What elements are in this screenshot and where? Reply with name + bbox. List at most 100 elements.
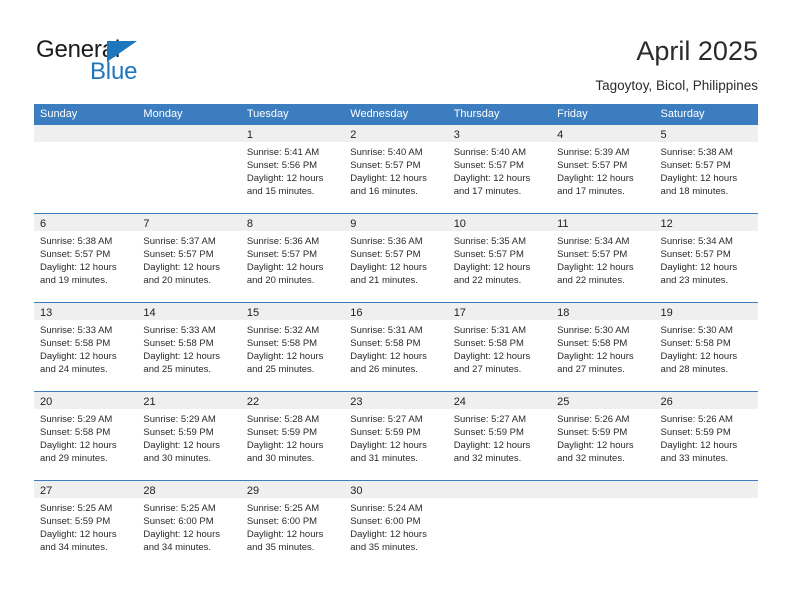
calendar-day-cell[interactable]: 12 Sunrise: 5:34 AM Sunset: 5:57 PM Dayligh…	[654, 214, 758, 302]
day-number: 25	[557, 396, 570, 408]
daylight-duration-line2: and 25 minutes.	[246, 364, 315, 375]
day-number-band	[654, 481, 758, 498]
calendar-day-cell[interactable]: 23 Sunrise: 5:27 AM Sunset: 5:59 PM Dayligh…	[344, 392, 448, 480]
daylight-duration-line2: and 34 minutes.	[143, 542, 212, 553]
day-number: 10	[453, 218, 466, 230]
calendar-day-cell[interactable]: 13 Sunrise: 5:33 AM Sunset: 5:58 PM Dayligh…	[34, 303, 138, 391]
daylight-duration-line1: Daylight: 12 hours	[350, 351, 427, 362]
sunset-time: Sunset: 5:59 PM	[453, 427, 524, 438]
day-number-band: 1	[240, 125, 345, 142]
daylight-duration-line1: Daylight: 12 hours	[143, 262, 220, 273]
daylight-duration-line1: Daylight: 12 hours	[40, 262, 117, 273]
sunrise-time: Sunrise: 5:34 AM	[660, 236, 733, 247]
day-details: Sunrise: 5:41 AM Sunset: 5:56 PM Daylight:…	[241, 142, 344, 198]
calendar-day-cell[interactable]: 29 Sunrise: 5:25 AM Sunset: 6:00 PM Dayligh…	[240, 481, 345, 569]
sunset-time: Sunset: 5:57 PM	[453, 249, 524, 260]
day-number: 5	[660, 129, 667, 141]
calendar-day-cell-empty	[551, 481, 655, 569]
calendar-week-row: 20 Sunrise: 5:29 AM Sunset: 5:58 PM Dayligh…	[34, 391, 758, 480]
calendar-day-cell[interactable]: 3 Sunrise: 5:40 AM Sunset: 5:57 PM Daylight…	[447, 125, 552, 213]
calendar-day-cell[interactable]: 10 Sunrise: 5:35 AM Sunset: 5:57 PM Dayligh…	[447, 214, 552, 302]
daylight-duration-line1: Daylight: 12 hours	[246, 351, 324, 362]
calendar-day-cell[interactable]: 25 Sunrise: 5:26 AM Sunset: 5:59 PM Dayligh…	[551, 392, 655, 480]
daylight-duration-line2: and 27 minutes.	[557, 364, 625, 375]
weekday-header-sunday: Sunday	[40, 108, 78, 120]
day-number-band: 19	[654, 303, 758, 320]
sunset-time: Sunset: 5:57 PM	[557, 249, 628, 260]
sunrise-time: Sunrise: 5:40 AM	[453, 147, 527, 158]
weekday-header-tuesday: Tuesday	[246, 108, 289, 120]
sunrise-time: Sunrise: 5:38 AM	[660, 147, 733, 158]
calendar-day-cell-empty	[447, 481, 552, 569]
calendar-day-cell[interactable]: 14 Sunrise: 5:33 AM Sunset: 5:58 PM Dayligh…	[137, 303, 241, 391]
calendar-week-cells: 6 Sunrise: 5:38 AM Sunset: 5:57 PM Daylight…	[34, 214, 758, 302]
sunrise-time: Sunrise: 5:24 AM	[350, 503, 423, 514]
calendar-day-cell-empty	[654, 481, 758, 569]
calendar-day-cell[interactable]: 15 Sunrise: 5:32 AM Sunset: 5:58 PM Dayligh…	[240, 303, 345, 391]
calendar-day-cell[interactable]: 20 Sunrise: 5:29 AM Sunset: 5:58 PM Dayligh…	[34, 392, 138, 480]
calendar-day-cell[interactable]: 17 Sunrise: 5:31 AM Sunset: 5:58 PM Dayligh…	[447, 303, 552, 391]
calendar-day-cell[interactable]: 11 Sunrise: 5:34 AM Sunset: 5:57 PM Dayligh…	[551, 214, 655, 302]
sunset-time: Sunset: 5:57 PM	[350, 160, 421, 171]
day-number-band: 30	[344, 481, 448, 498]
day-number: 7	[143, 218, 150, 230]
sunset-time: Sunset: 5:58 PM	[246, 338, 318, 349]
day-number: 8	[246, 218, 253, 230]
calendar-day-cell[interactable]: 22 Sunrise: 5:28 AM Sunset: 5:59 PM Dayligh…	[240, 392, 345, 480]
daylight-duration-line2: and 35 minutes.	[350, 542, 418, 553]
calendar-day-cell[interactable]: 6 Sunrise: 5:38 AM Sunset: 5:57 PM Daylight…	[34, 214, 138, 302]
daylight-duration-line1: Daylight: 12 hours	[40, 351, 117, 362]
calendar-day-cell[interactable]: 2 Sunrise: 5:40 AM Sunset: 5:57 PM Daylight…	[344, 125, 448, 213]
calendar-day-cell[interactable]: 9 Sunrise: 5:36 AM Sunset: 5:57 PM Daylight…	[344, 214, 448, 302]
day-details: Sunrise: 5:36 AM Sunset: 5:57 PM Daylight:…	[241, 231, 344, 287]
sunrise-time: Sunrise: 5:25 AM	[40, 503, 113, 514]
daylight-duration-line2: and 21 minutes.	[350, 275, 418, 286]
calendar-day-cell[interactable]: 21 Sunrise: 5:29 AM Sunset: 5:59 PM Dayligh…	[137, 392, 241, 480]
day-number-band: 11	[551, 214, 655, 231]
daylight-duration-line2: and 18 minutes.	[660, 186, 729, 197]
calendar-day-cell[interactable]: 27 Sunrise: 5:25 AM Sunset: 5:59 PM Dayligh…	[34, 481, 138, 569]
calendar-day-cell[interactable]: 30 Sunrise: 5:24 AM Sunset: 6:00 PM Dayligh…	[344, 481, 448, 569]
calendar-day-cell[interactable]: 8 Sunrise: 5:36 AM Sunset: 5:57 PM Daylight…	[240, 214, 345, 302]
day-number: 16	[350, 307, 363, 319]
sunset-time: Sunset: 5:58 PM	[660, 338, 731, 349]
calendar-day-cell[interactable]: 18 Sunrise: 5:30 AM Sunset: 5:58 PM Dayligh…	[551, 303, 655, 391]
calendar-day-cell[interactable]: 24 Sunrise: 5:27 AM Sunset: 5:59 PM Dayligh…	[447, 392, 552, 480]
weekday-header-monday: Monday	[143, 108, 183, 120]
day-number: 26	[660, 396, 673, 408]
daylight-duration-line1: Daylight: 12 hours	[246, 262, 324, 273]
day-number: 6	[40, 218, 47, 230]
calendar-day-cell[interactable]: 5 Sunrise: 5:38 AM Sunset: 5:57 PM Daylight…	[654, 125, 758, 213]
calendar-day-cell[interactable]: 16 Sunrise: 5:31 AM Sunset: 5:58 PM Dayligh…	[344, 303, 448, 391]
day-details: Sunrise: 5:29 AM Sunset: 5:58 PM Daylight:…	[34, 409, 137, 465]
day-number-band: 24	[447, 392, 552, 409]
calendar-grid: Sunday Monday Tuesday Wednesday Thursday…	[34, 104, 758, 569]
calendar-day-cell[interactable]: 1 Sunrise: 5:41 AM Sunset: 5:56 PM Daylight…	[240, 125, 345, 213]
calendar-day-cell-empty	[34, 125, 138, 213]
calendar-day-cell[interactable]: 4 Sunrise: 5:39 AM Sunset: 5:57 PM Daylight…	[551, 125, 655, 213]
day-details: Sunrise: 5:31 AM Sunset: 5:58 PM Daylight:…	[344, 320, 447, 376]
daylight-duration-line2: and 22 minutes.	[557, 275, 625, 286]
calendar-day-cell[interactable]: 26 Sunrise: 5:26 AM Sunset: 5:59 PM Dayligh…	[654, 392, 758, 480]
calendar-day-cell[interactable]: 19 Sunrise: 5:30 AM Sunset: 5:58 PM Dayligh…	[654, 303, 758, 391]
day-number: 18	[557, 307, 570, 319]
general-blue-logo[interactable]: General Blue	[36, 36, 206, 88]
day-number: 21	[143, 396, 156, 408]
sunrise-time: Sunrise: 5:37 AM	[143, 236, 216, 247]
sunset-time: Sunset: 5:59 PM	[246, 427, 318, 438]
calendar-day-cell[interactable]: 7 Sunrise: 5:37 AM Sunset: 5:57 PM Daylight…	[137, 214, 241, 302]
day-details: Sunrise: 5:35 AM Sunset: 5:57 PM Daylight:…	[448, 231, 551, 287]
daylight-duration-line1: Daylight: 12 hours	[246, 173, 324, 184]
sunset-time: Sunset: 5:57 PM	[350, 249, 421, 260]
day-number-band: 9	[344, 214, 448, 231]
daylight-duration-line2: and 27 minutes.	[453, 364, 522, 375]
day-details	[448, 498, 551, 502]
daylight-duration-line1: Daylight: 12 hours	[246, 529, 324, 540]
sunset-time: Sunset: 5:58 PM	[557, 338, 628, 349]
sunset-time: Sunset: 5:57 PM	[40, 249, 111, 260]
daylight-duration-line2: and 32 minutes.	[557, 453, 625, 464]
calendar-day-cell[interactable]: 28 Sunrise: 5:25 AM Sunset: 6:00 PM Dayligh…	[137, 481, 241, 569]
day-number: 20	[40, 396, 53, 408]
day-details: Sunrise: 5:25 AM Sunset: 6:00 PM Daylight:…	[137, 498, 240, 554]
day-number: 17	[453, 307, 466, 319]
